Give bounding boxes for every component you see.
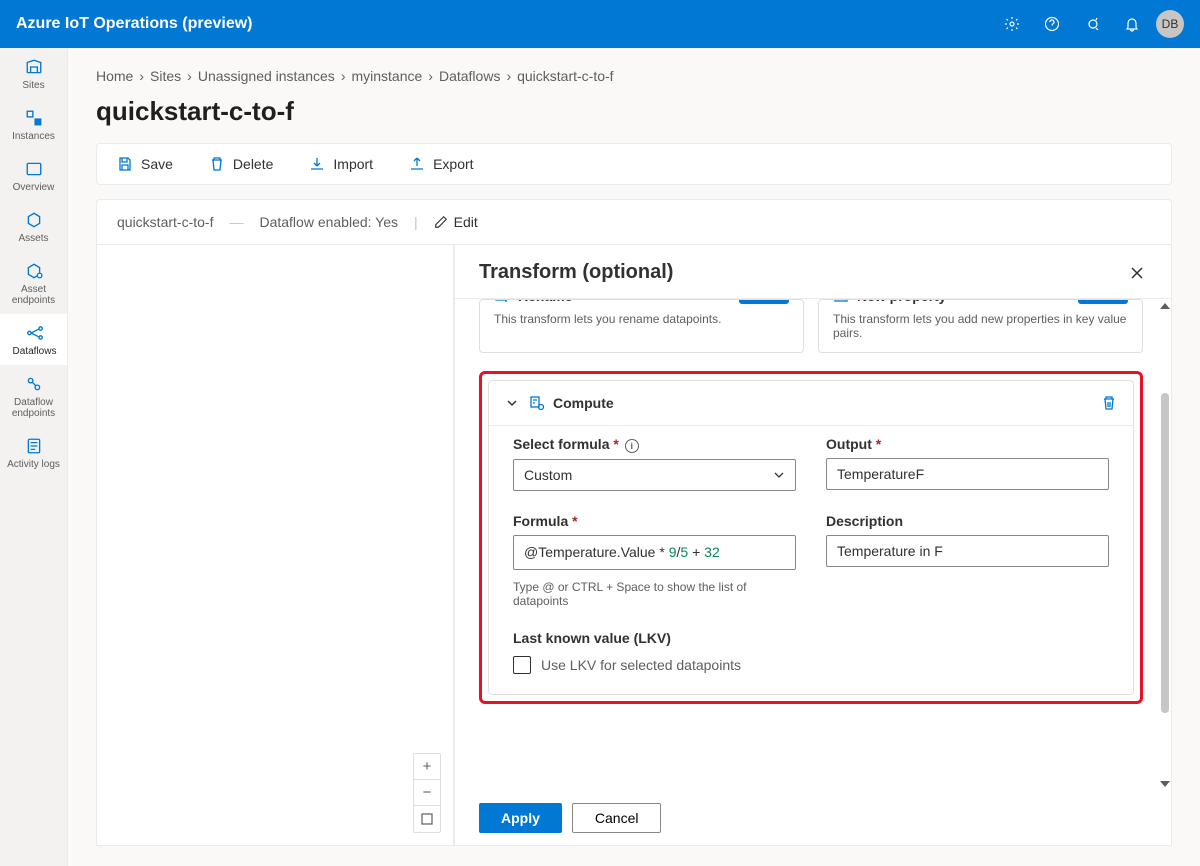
compute-card: Compute Select formula * i xyxy=(488,380,1134,695)
status-bar: quickstart-c-to-f — Dataflow enabled: Ye… xyxy=(96,199,1172,244)
breadcrumb-home[interactable]: Home xyxy=(96,68,133,84)
sidenav-item-dataflow-endpoints[interactable]: Dataflow endpoints xyxy=(0,365,67,427)
sidenav-item-activity-logs[interactable]: Activity logs xyxy=(0,427,67,478)
rename-card: Rename + Add This transform lets you ren… xyxy=(479,299,804,353)
scroll-down-icon[interactable] xyxy=(1160,781,1170,787)
topbar: Azure IoT Operations (preview) DB xyxy=(0,0,1200,48)
chevron-down-icon[interactable] xyxy=(505,396,519,410)
status-enabled: Dataflow enabled: Yes xyxy=(259,214,398,230)
cancel-button[interactable]: Cancel xyxy=(572,803,662,833)
description-label: Description xyxy=(826,513,1109,529)
export-button[interactable]: Export xyxy=(409,156,473,172)
compute-highlight: Compute Select formula * i xyxy=(479,371,1143,704)
dataflow-canvas[interactable]: + − xyxy=(96,244,454,846)
lkv-title: Last known value (LKV) xyxy=(513,630,1109,646)
chevron-down-icon xyxy=(773,469,785,481)
breadcrumb-instance[interactable]: myinstance xyxy=(351,68,422,84)
settings-icon[interactable] xyxy=(996,8,1028,40)
status-name: quickstart-c-to-f xyxy=(117,214,213,230)
avatar[interactable]: DB xyxy=(1156,10,1184,38)
rename-add-button[interactable]: + Add xyxy=(739,299,789,304)
apply-button[interactable]: Apply xyxy=(479,803,562,833)
lkv-checkbox-label: Use LKV for selected datapoints xyxy=(541,657,741,673)
sidenav-item-sites[interactable]: Sites xyxy=(0,48,67,99)
output-label: Output * xyxy=(826,436,1109,452)
save-button[interactable]: Save xyxy=(117,156,173,172)
scroll-up-icon[interactable] xyxy=(1160,303,1170,309)
scroll-thumb[interactable] xyxy=(1161,393,1169,713)
delete-compute-button[interactable] xyxy=(1101,395,1117,411)
sidenav-item-dataflows[interactable]: Dataflows xyxy=(0,314,67,365)
zoom-out-button[interactable]: − xyxy=(414,780,440,806)
select-formula-dropdown[interactable]: Custom xyxy=(513,459,796,491)
sidenav: Sites Instances Overview Assets Asset en… xyxy=(0,48,68,866)
transform-panel: Transform (optional) Rename xyxy=(454,244,1172,846)
scrollbar[interactable] xyxy=(1161,303,1169,787)
formula-label: Formula * xyxy=(513,513,796,529)
newproperty-card: New property + Add This transform lets y… xyxy=(818,299,1143,353)
topbar-actions: DB xyxy=(996,8,1184,40)
import-button[interactable]: Import xyxy=(309,156,373,172)
sidenav-item-asset-endpoints[interactable]: Asset endpoints xyxy=(0,252,67,314)
newproperty-add-button[interactable]: + Add xyxy=(1078,299,1128,304)
description-input[interactable]: Temperature in F xyxy=(826,535,1109,567)
help-icon[interactable] xyxy=(1036,8,1068,40)
edit-button[interactable]: Edit xyxy=(434,214,478,230)
lkv-checkbox[interactable] xyxy=(513,656,531,674)
command-bar: Save Delete Import Export xyxy=(96,143,1172,185)
diagnostics-icon[interactable] xyxy=(1076,8,1108,40)
zoom-fit-button[interactable] xyxy=(414,806,440,832)
output-input[interactable]: TemperatureF xyxy=(826,458,1109,490)
breadcrumb: Home› Sites› Unassigned instances› myins… xyxy=(96,68,1172,84)
breadcrumb-sites[interactable]: Sites xyxy=(150,68,181,84)
page-title: quickstart-c-to-f xyxy=(96,96,1172,127)
sidenav-item-overview[interactable]: Overview xyxy=(0,150,67,201)
panel-title: Transform (optional) xyxy=(479,261,673,284)
zoom-in-button[interactable]: + xyxy=(414,754,440,780)
sidenav-item-instances[interactable]: Instances xyxy=(0,99,67,150)
zoom-controls: + − xyxy=(413,753,441,833)
formula-input[interactable]: @Temperature.Value * 9/5 + 32 xyxy=(513,535,796,570)
formula-hint: Type @ or CTRL + Space to show the list … xyxy=(513,580,796,608)
app-title: Azure IoT Operations (preview) xyxy=(16,15,996,33)
breadcrumb-current: quickstart-c-to-f xyxy=(517,68,613,84)
notifications-icon[interactable] xyxy=(1116,8,1148,40)
close-button[interactable] xyxy=(1127,263,1147,283)
breadcrumb-dataflows[interactable]: Dataflows xyxy=(439,68,500,84)
compute-icon xyxy=(529,395,545,411)
select-formula-label: Select formula * i xyxy=(513,436,796,453)
info-icon[interactable]: i xyxy=(625,439,639,453)
delete-button[interactable]: Delete xyxy=(209,156,273,172)
breadcrumb-unassigned[interactable]: Unassigned instances xyxy=(198,68,335,84)
sidenav-item-assets[interactable]: Assets xyxy=(0,201,67,252)
